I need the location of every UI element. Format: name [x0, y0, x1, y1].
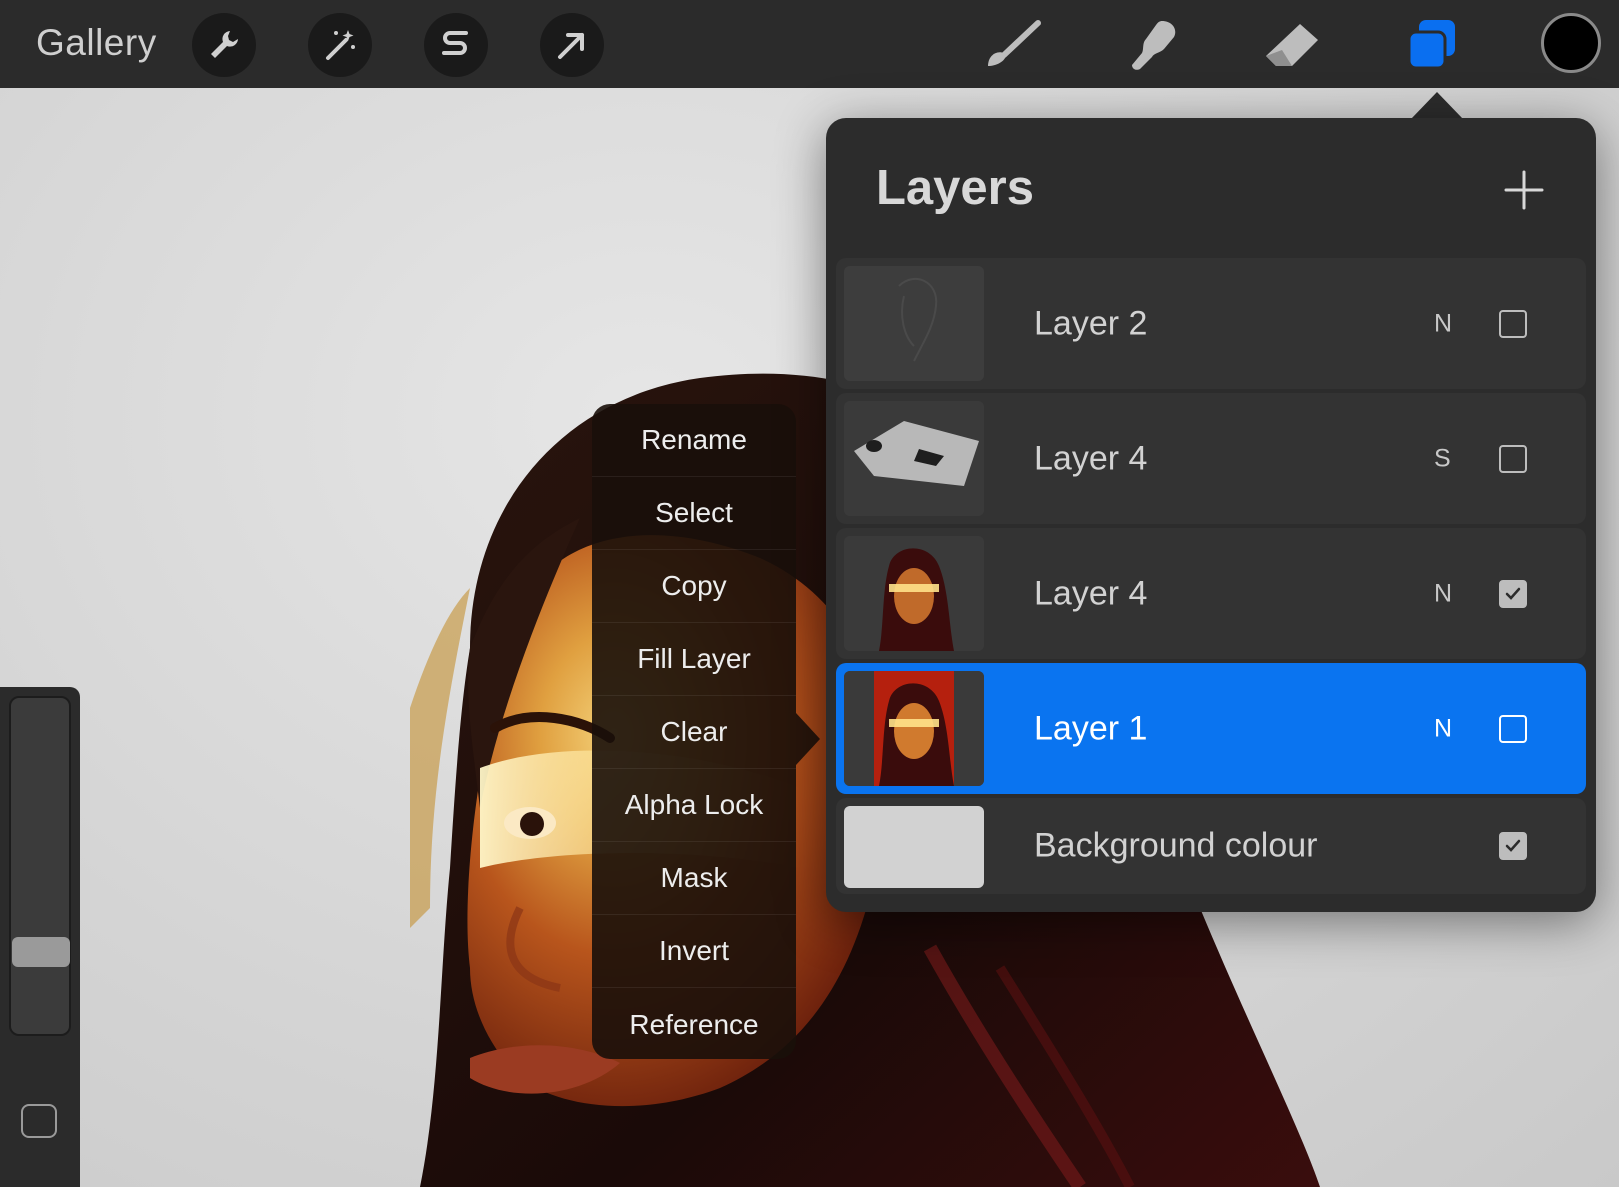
blend-mode-button[interactable]: N: [1434, 714, 1452, 743]
magic-wand-icon: [326, 30, 355, 60]
layer-visibility-checkbox[interactable]: [1499, 714, 1527, 743]
modify-button[interactable]: [21, 1104, 57, 1138]
layers-panel: Layers Layer 2 N Layer 4 S Layer 4 N Lay…: [826, 118, 1596, 912]
brush-icon: [988, 20, 1041, 66]
background-colour-thumbnail[interactable]: [844, 806, 984, 888]
checkmark-icon: [1505, 587, 1521, 600]
layers-panel-pointer: [1411, 92, 1463, 119]
blend-mode-button[interactable]: N: [1434, 309, 1452, 338]
layer-name: Background colour: [1034, 826, 1318, 865]
left-sidebar: [0, 687, 80, 1187]
checkmark-icon: [1505, 839, 1521, 852]
menu-item-clear[interactable]: Clear: [592, 696, 796, 769]
menu-item-copy[interactable]: Copy: [592, 550, 796, 623]
background-colour-row[interactable]: Background colour: [836, 798, 1586, 894]
layer-name: Layer 4: [1034, 574, 1148, 612]
eraser-icon: [1266, 24, 1318, 66]
blend-mode-button[interactable]: N: [1434, 579, 1452, 608]
layer-thumbnail: [844, 266, 984, 381]
menu-pointer: [796, 713, 820, 765]
layer-name: Layer 2: [1034, 304, 1148, 342]
layer-row-selected[interactable]: Layer 1 N: [836, 663, 1586, 794]
layers-panel-title: Layers: [876, 161, 1035, 215]
layers-tool-button[interactable]: [1397, 10, 1467, 80]
layers-icon: [1407, 20, 1455, 70]
layer-visibility-checkbox[interactable]: [1499, 444, 1527, 473]
eraser-tool-button[interactable]: [1257, 10, 1327, 80]
menu-item-alpha-lock[interactable]: Alpha Lock: [592, 769, 796, 842]
gallery-button[interactable]: Gallery: [36, 22, 157, 64]
layer-options-menu: Rename Select Copy Fill Layer Clear Alpha Loc…: [592, 404, 820, 1061]
layer-name: Layer 4: [1034, 439, 1148, 477]
blend-mode-button[interactable]: S: [1434, 444, 1451, 473]
layer-thumbnail: [844, 536, 984, 651]
brush-size-thumb[interactable]: [12, 937, 70, 967]
layer-thumbnail: [844, 671, 984, 786]
adjustments-button[interactable]: [308, 13, 372, 77]
smudge-tool-button[interactable]: [1117, 10, 1187, 80]
layer-row[interactable]: Layer 2 N: [836, 258, 1586, 389]
menu-item-reference[interactable]: Reference: [592, 988, 796, 1061]
wrench-icon: [211, 31, 238, 58]
selection-button[interactable]: [424, 13, 488, 77]
color-picker-button[interactable]: [1541, 13, 1601, 73]
transform-arrow-icon: [558, 33, 584, 59]
top-toolbar: Gallery: [0, 0, 1619, 88]
layer-row[interactable]: Layer 4 N: [836, 528, 1586, 659]
layer-visibility-checkbox[interactable]: [1499, 309, 1527, 338]
actions-button[interactable]: [192, 13, 256, 77]
menu-item-invert[interactable]: Invert: [592, 915, 796, 988]
layer-row[interactable]: Layer 4 S: [836, 393, 1586, 524]
menu-item-mask[interactable]: Mask: [592, 842, 796, 915]
brush-size-slider[interactable]: [9, 696, 71, 1036]
menu-item-select[interactable]: Select: [592, 477, 796, 550]
layer-thumbnail: [844, 401, 984, 516]
smudge-icon: [1132, 21, 1176, 70]
layer-visibility-checkbox[interactable]: [1499, 579, 1527, 608]
layer-name: Layer 1: [1034, 709, 1148, 747]
menu-item-rename[interactable]: Rename: [592, 404, 796, 477]
brush-tool-button[interactable]: [977, 10, 1047, 80]
add-layer-plus-icon[interactable]: [1502, 168, 1546, 212]
transform-button[interactable]: [540, 13, 604, 77]
selection-s-icon: [442, 31, 468, 55]
menu-item-fill-layer[interactable]: Fill Layer: [592, 623, 796, 696]
layer-visibility-checkbox[interactable]: [1499, 832, 1527, 860]
